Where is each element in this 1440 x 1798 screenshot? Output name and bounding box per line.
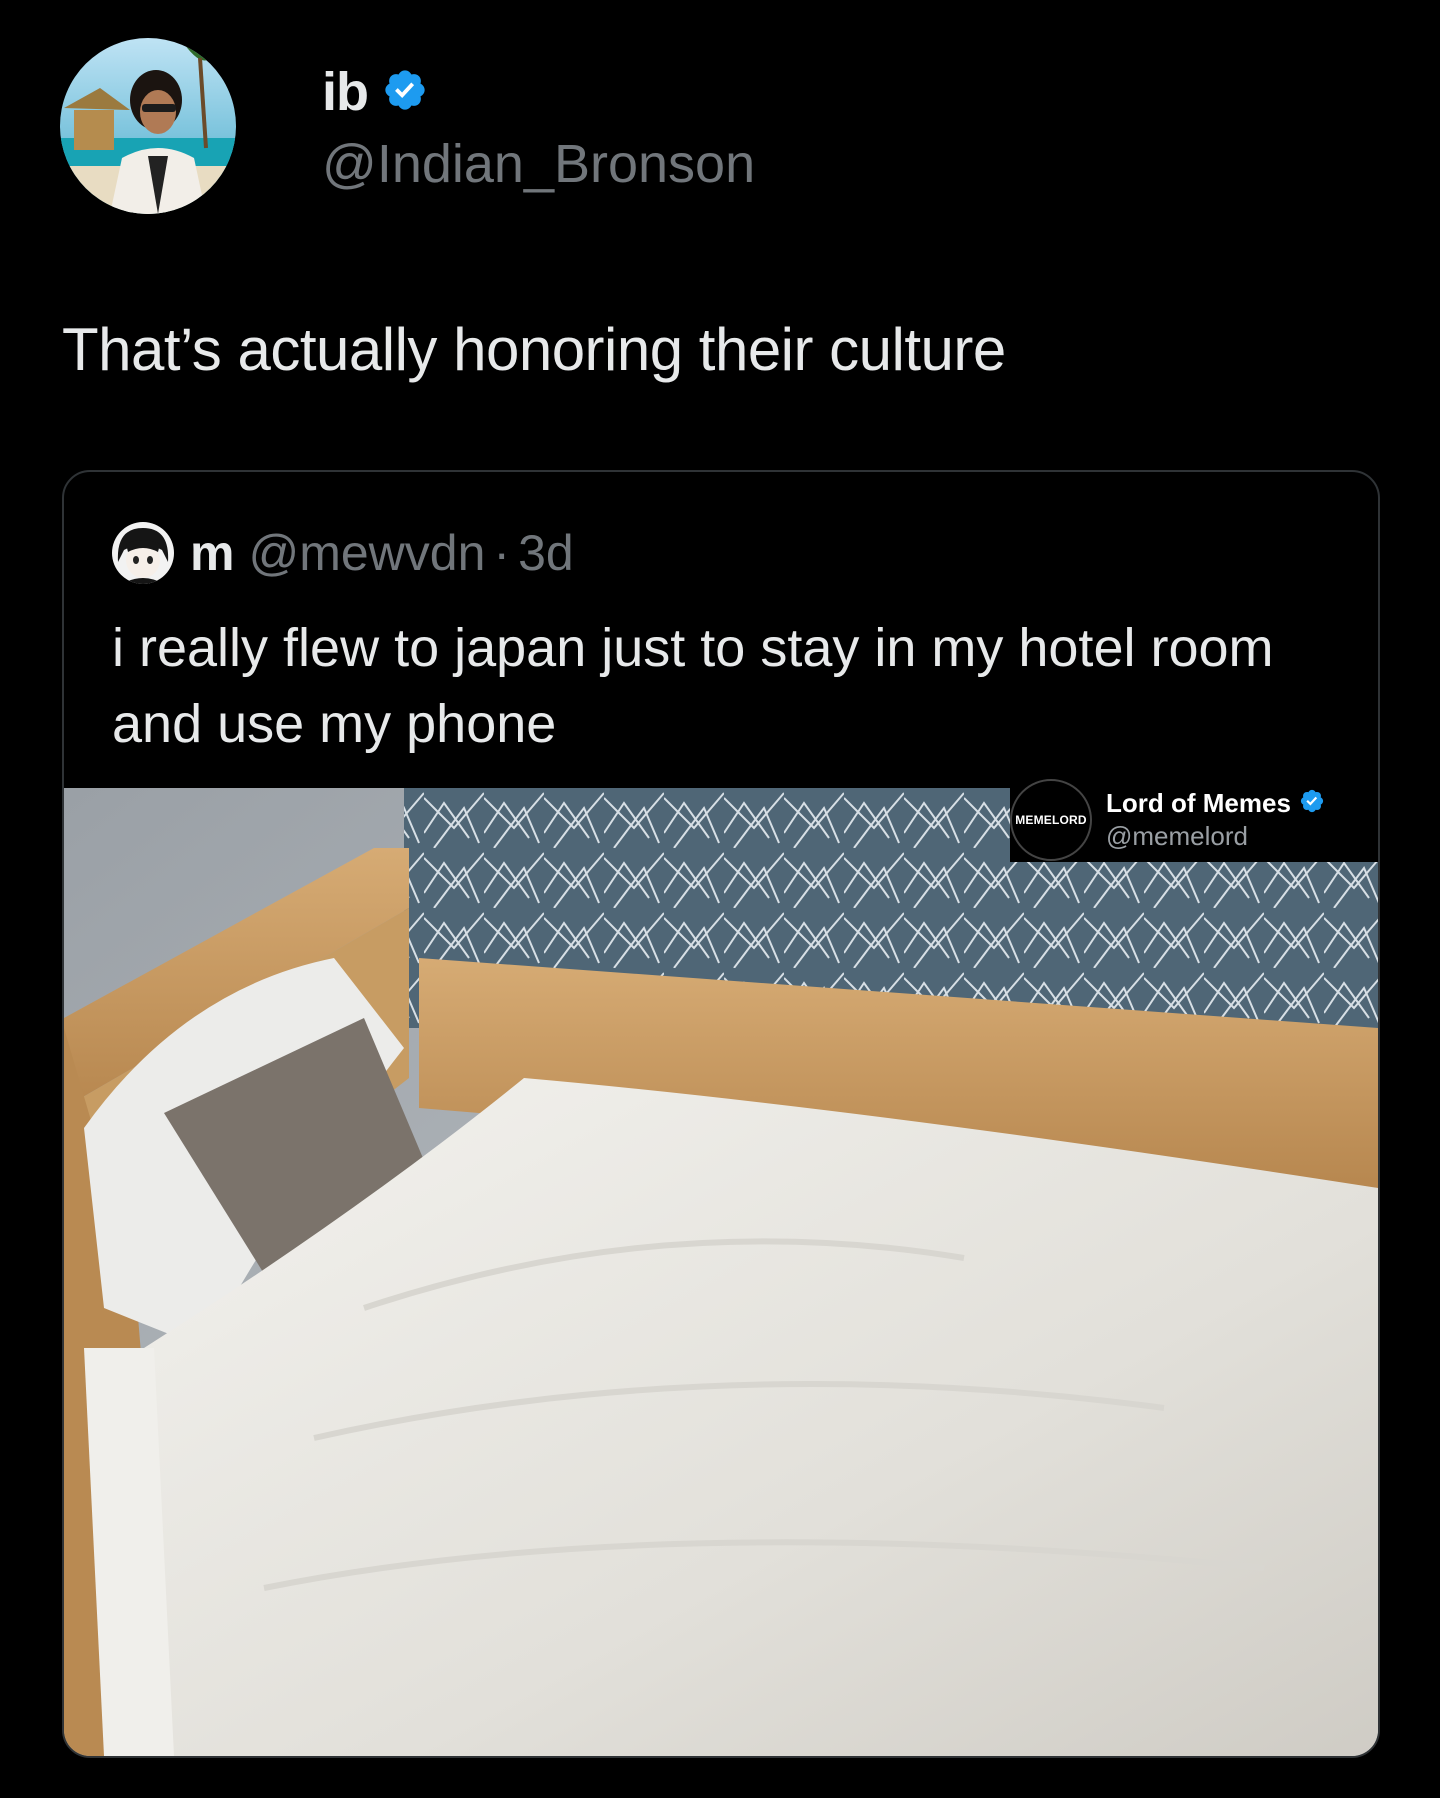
author-handle[interactable]: @Indian_Bronson [322,133,755,195]
watermark-badge: MEMELORD Lord of Memes @memelord [1010,778,1378,862]
quoted-tweet-text: i really flew to japan just to stay in m… [112,618,1274,754]
quoted-author-display-name[interactable]: m [190,524,234,582]
memelord-logo: MEMELORD [1010,779,1092,861]
quoted-tweet-photo[interactable] [64,788,1378,1756]
memelord-logo-text: MEMELORD [1015,813,1087,827]
quoted-author-avatar[interactable] [112,522,174,584]
quoted-author-handle[interactable]: @mewvdn [248,524,485,582]
watermark-display-name: Lord of Memes [1106,788,1291,818]
author-names: ib @Indian_Bronson [322,57,755,195]
separator-dot: · [493,525,511,581]
verified-badge-icon [382,67,428,118]
author-avatar[interactable] [60,38,236,214]
author-display-name[interactable]: ib [322,61,369,123]
tweet-text: That’s actually honoring their culture [62,316,1006,383]
tweet-header: ib @Indian_Bronson [60,38,755,214]
quoted-tweet-timestamp[interactable]: 3d [518,524,574,582]
quoted-tweet-card[interactable]: m @mewvdn · 3d i really flew to japan ju… [62,470,1380,1758]
quoted-tweet-header: m @mewvdn · 3d [112,520,574,586]
verified-badge-icon [1299,788,1325,819]
watermark-handle: @memelord [1106,821,1248,851]
display-name-row: ib [322,57,755,127]
hotel-bed-photo [64,788,1378,1756]
watermark-names: Lord of Memes @memelord [1106,788,1325,852]
watermark-name-row: Lord of Memes [1106,788,1325,819]
